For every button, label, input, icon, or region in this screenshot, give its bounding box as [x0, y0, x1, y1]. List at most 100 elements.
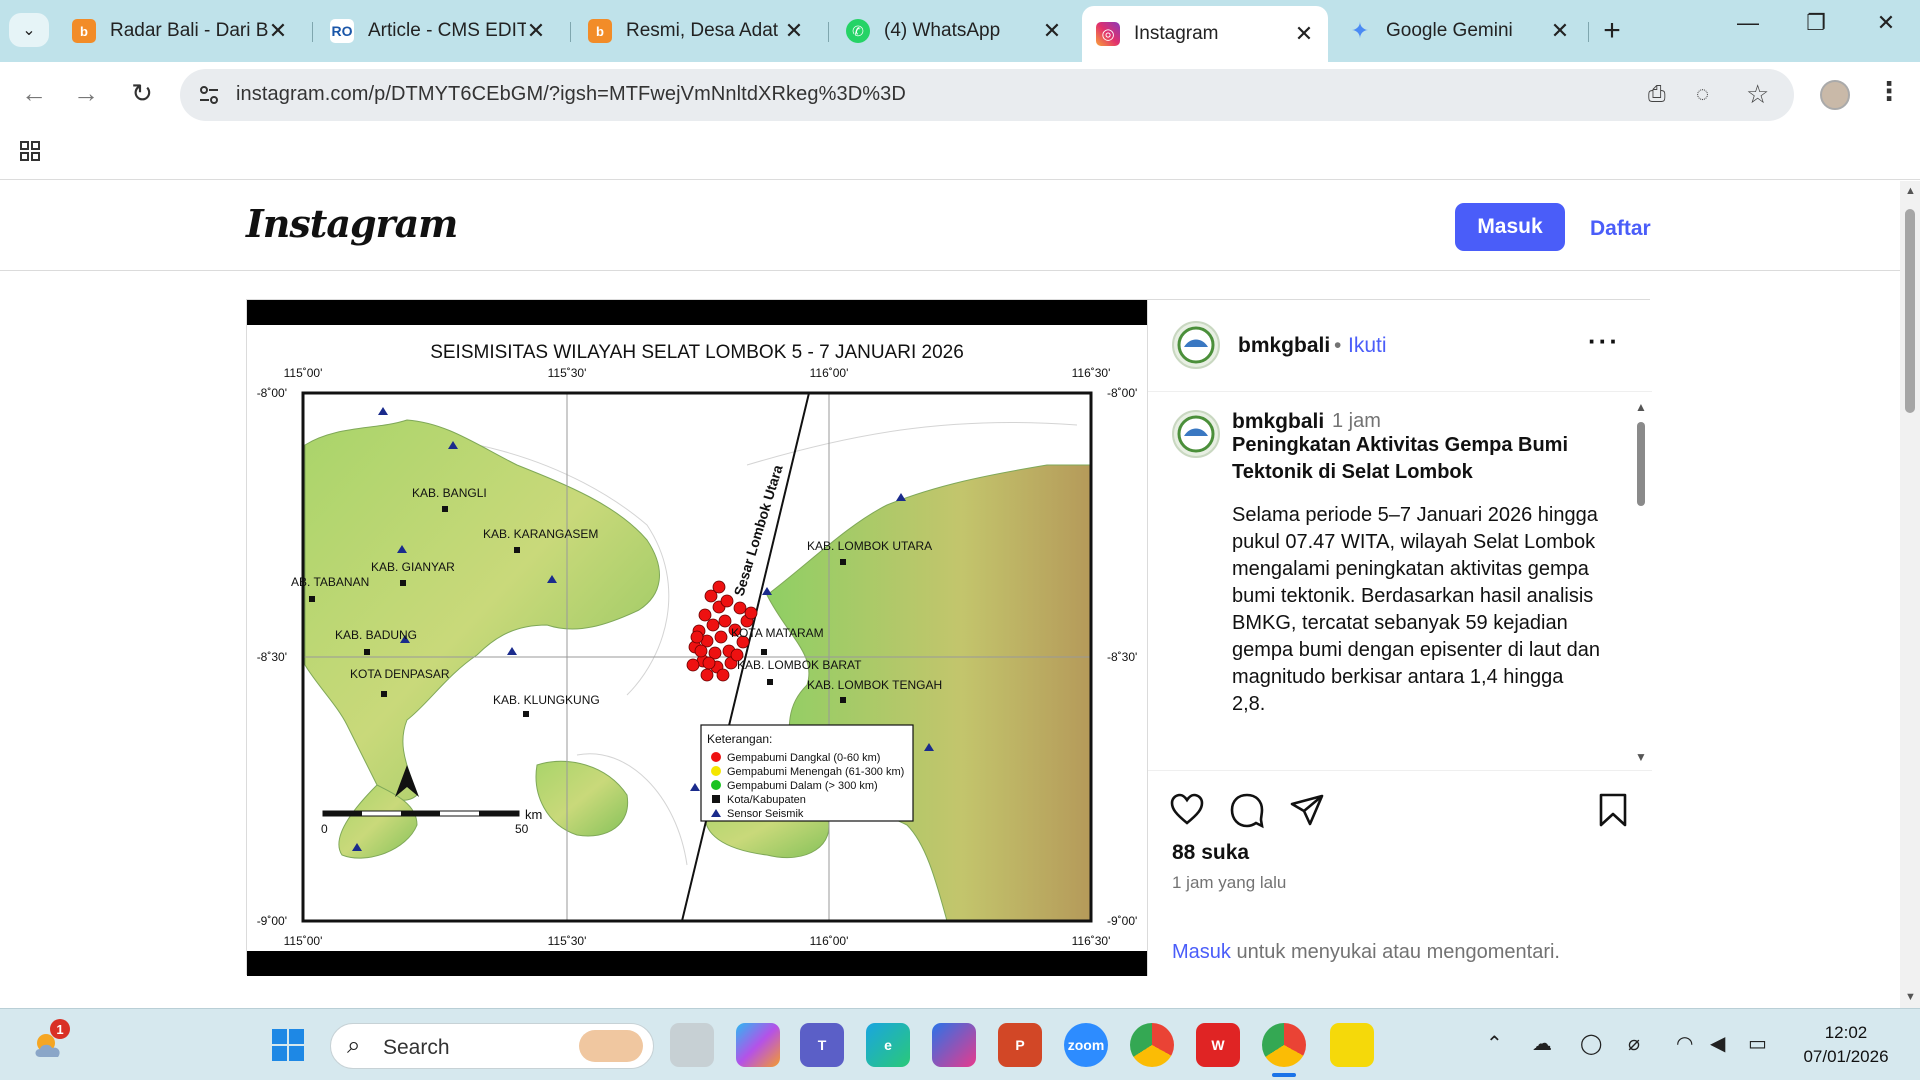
scroll-up-icon[interactable]: ▲ — [1635, 400, 1647, 414]
tab-resmi-desa[interactable]: b Resmi, Desa Adat F ✕ — [574, 10, 818, 52]
close-icon[interactable]: ✕ — [526, 18, 546, 44]
svg-text:km: km — [525, 807, 542, 822]
tab-instagram[interactable]: ◎ Instagram ✕ — [1082, 6, 1328, 62]
back-button[interactable]: ← — [16, 78, 52, 109]
likes-count[interactable]: 88 suka — [1172, 841, 1249, 865]
close-icon[interactable]: ✕ — [1294, 21, 1314, 47]
svg-text:50: 50 — [515, 822, 529, 836]
taskbar-search[interactable]: ⌕ Search — [330, 1023, 654, 1069]
avatar[interactable] — [1172, 410, 1220, 458]
post-header: bmkgbali • Ikuti ··· — [1148, 300, 1652, 392]
place-label: KAB. LOMBOK UTARA — [807, 539, 932, 553]
m365-icon[interactable] — [932, 1023, 976, 1067]
volume-icon[interactable]: ◀ — [1710, 1031, 1725, 1056]
tab-separator — [570, 22, 571, 42]
tab-whatsapp[interactable]: ✆ (4) WhatsApp ✕ — [832, 10, 1076, 52]
place-label: KOTA MATARAM — [731, 626, 824, 640]
comment-icon[interactable] — [1228, 791, 1266, 829]
place-label: KAB. KARANGASEM — [483, 527, 598, 541]
clock-date: 07/01/2026 — [1803, 1047, 1889, 1066]
weather-icon[interactable]: 1 — [28, 1019, 72, 1067]
avatar[interactable] — [1172, 321, 1220, 369]
copilot-icon[interactable] — [736, 1023, 780, 1067]
close-icon[interactable]: ✕ — [268, 18, 288, 44]
profile-avatar[interactable] — [1820, 80, 1850, 110]
reload-button[interactable]: ↻ — [124, 78, 160, 109]
instagram-logo[interactable]: Instagram — [246, 201, 458, 246]
url-text: instagram.com/p/DTMYT6CEbGM/?igsh=MTFwej… — [236, 83, 906, 105]
post-media[interactable]: SEISMISITAS WILAYAH SELAT LOMBOK 5 - 7 J… — [247, 300, 1147, 976]
powerpoint-icon[interactable]: P — [998, 1023, 1042, 1067]
task-view-icon[interactable] — [670, 1023, 714, 1067]
eye-off-icon[interactable]: ◌ — [1696, 81, 1709, 107]
site-info-icon[interactable] — [198, 84, 220, 106]
place-label: KAB. GIANYAR — [371, 560, 455, 574]
tab-strip: ⌄ b Radar Bali - Dari Ba ✕ RO Article - … — [0, 0, 1920, 62]
chrome-profile-icon[interactable] — [1262, 1023, 1306, 1067]
lat-tick-label: -8˚30' — [1107, 650, 1137, 664]
location-icon[interactable]: ◯ — [1580, 1031, 1602, 1056]
wps-icon[interactable]: W — [1196, 1023, 1240, 1067]
svg-text:Gempabumi Dangkal (0-60 km): Gempabumi Dangkal (0-60 km) — [727, 752, 880, 764]
lat-tick-label: -8˚00' — [1107, 386, 1137, 400]
windows-start-icon[interactable] — [266, 1023, 310, 1067]
place-label: KAB. BADUNG — [335, 628, 417, 642]
lon-tick-label: 116˚00' — [810, 934, 849, 948]
close-icon[interactable]: ✕ — [1550, 18, 1570, 44]
post-sidebar: bmkgbali • Ikuti ··· bmkgbali 1 jam Peni… — [1147, 300, 1652, 976]
tab-radar-bali[interactable]: b Radar Bali - Dari Ba ✕ — [58, 10, 302, 52]
login-prompt-link[interactable]: Masuk — [1172, 941, 1231, 963]
heart-icon[interactable] — [1168, 791, 1206, 829]
more-options-icon[interactable]: ··· — [1588, 326, 1620, 357]
follow-button[interactable]: Ikuti — [1348, 334, 1387, 358]
battery-icon[interactable]: ▭ — [1748, 1031, 1767, 1056]
svg-text:Gempabumi Menengah (61-300 km): Gempabumi Menengah (61-300 km) — [727, 766, 904, 778]
forward-button[interactable]: → — [68, 78, 104, 109]
place-label: KAB. KLUNGKUNG — [493, 693, 600, 707]
place-label: KAB. BANGLI — [412, 486, 487, 500]
caption-body: Selama periode 5–7 Januari 2026 hingga p… — [1232, 504, 1601, 715]
tab-cms[interactable]: RO Article - CMS EDIT ✕ — [316, 10, 560, 52]
kebab-menu-icon[interactable]: ⋮ — [1876, 76, 1902, 107]
page-scroll-thumb[interactable] — [1905, 209, 1915, 413]
new-tab-button[interactable]: + — [1600, 14, 1624, 48]
teams-icon[interactable]: T — [800, 1023, 844, 1067]
tab-search-button[interactable]: ⌄ — [9, 13, 49, 47]
restore-button[interactable]: ❐ — [1796, 10, 1836, 36]
taskbar-search-label: Search — [383, 1036, 450, 1059]
address-bar[interactable]: instagram.com/p/DTMYT6CEbGM/?igsh=MTFwej… — [180, 69, 1794, 121]
bmkg-logo-icon — [1177, 415, 1215, 453]
tab-gemini[interactable]: ✦ Google Gemini ✕ — [1334, 10, 1584, 52]
share-icon[interactable] — [1288, 791, 1326, 829]
page-scrollbar[interactable]: ▲ ▼ — [1900, 181, 1920, 1008]
window-close-button[interactable]: ✕ — [1866, 10, 1906, 36]
camera-off-icon[interactable]: ⌀ — [1628, 1031, 1640, 1056]
close-icon[interactable]: ✕ — [784, 18, 804, 44]
taskbar-clock[interactable]: 12:02 07/01/2026 — [1786, 1021, 1906, 1069]
install-app-icon[interactable]: ⎙ — [1648, 81, 1666, 107]
edge-icon[interactable]: e — [866, 1023, 910, 1067]
lon-tick-label: 116˚30' — [1072, 934, 1111, 948]
lat-tick-label: -9˚00' — [1107, 914, 1137, 928]
scroll-down-icon[interactable]: ▼ — [1635, 750, 1647, 764]
chrome-icon[interactable] — [1130, 1023, 1174, 1067]
apps-grid-icon[interactable] — [19, 140, 41, 162]
scroll-down-icon[interactable]: ▼ — [1905, 991, 1916, 1003]
star-icon[interactable]: ☆ — [1746, 79, 1769, 110]
caption-username[interactable]: bmkgbali — [1232, 410, 1324, 434]
cloud-sync-icon[interactable]: ☁ — [1532, 1031, 1552, 1056]
caption-scrollbar[interactable]: ▲ ▼ — [1634, 400, 1648, 770]
scroll-up-icon[interactable]: ▲ — [1905, 185, 1916, 197]
zoom-icon[interactable]: zoom — [1064, 1023, 1108, 1067]
wifi-icon[interactable]: ◠ — [1676, 1031, 1693, 1056]
sticky-notes-icon[interactable] — [1330, 1023, 1374, 1067]
post-username[interactable]: bmkgbali — [1238, 334, 1330, 358]
minimize-button[interactable]: — — [1728, 10, 1768, 36]
signup-link[interactable]: Daftar — [1590, 217, 1651, 241]
login-button[interactable]: Masuk — [1455, 203, 1565, 251]
caption-scroll-thumb[interactable] — [1637, 422, 1645, 506]
close-icon[interactable]: ✕ — [1042, 18, 1062, 44]
bookmark-icon[interactable] — [1594, 791, 1632, 829]
chevron-up-icon[interactable]: ⌃ — [1486, 1031, 1503, 1056]
lat-tick-label: -9˚00' — [257, 914, 287, 928]
